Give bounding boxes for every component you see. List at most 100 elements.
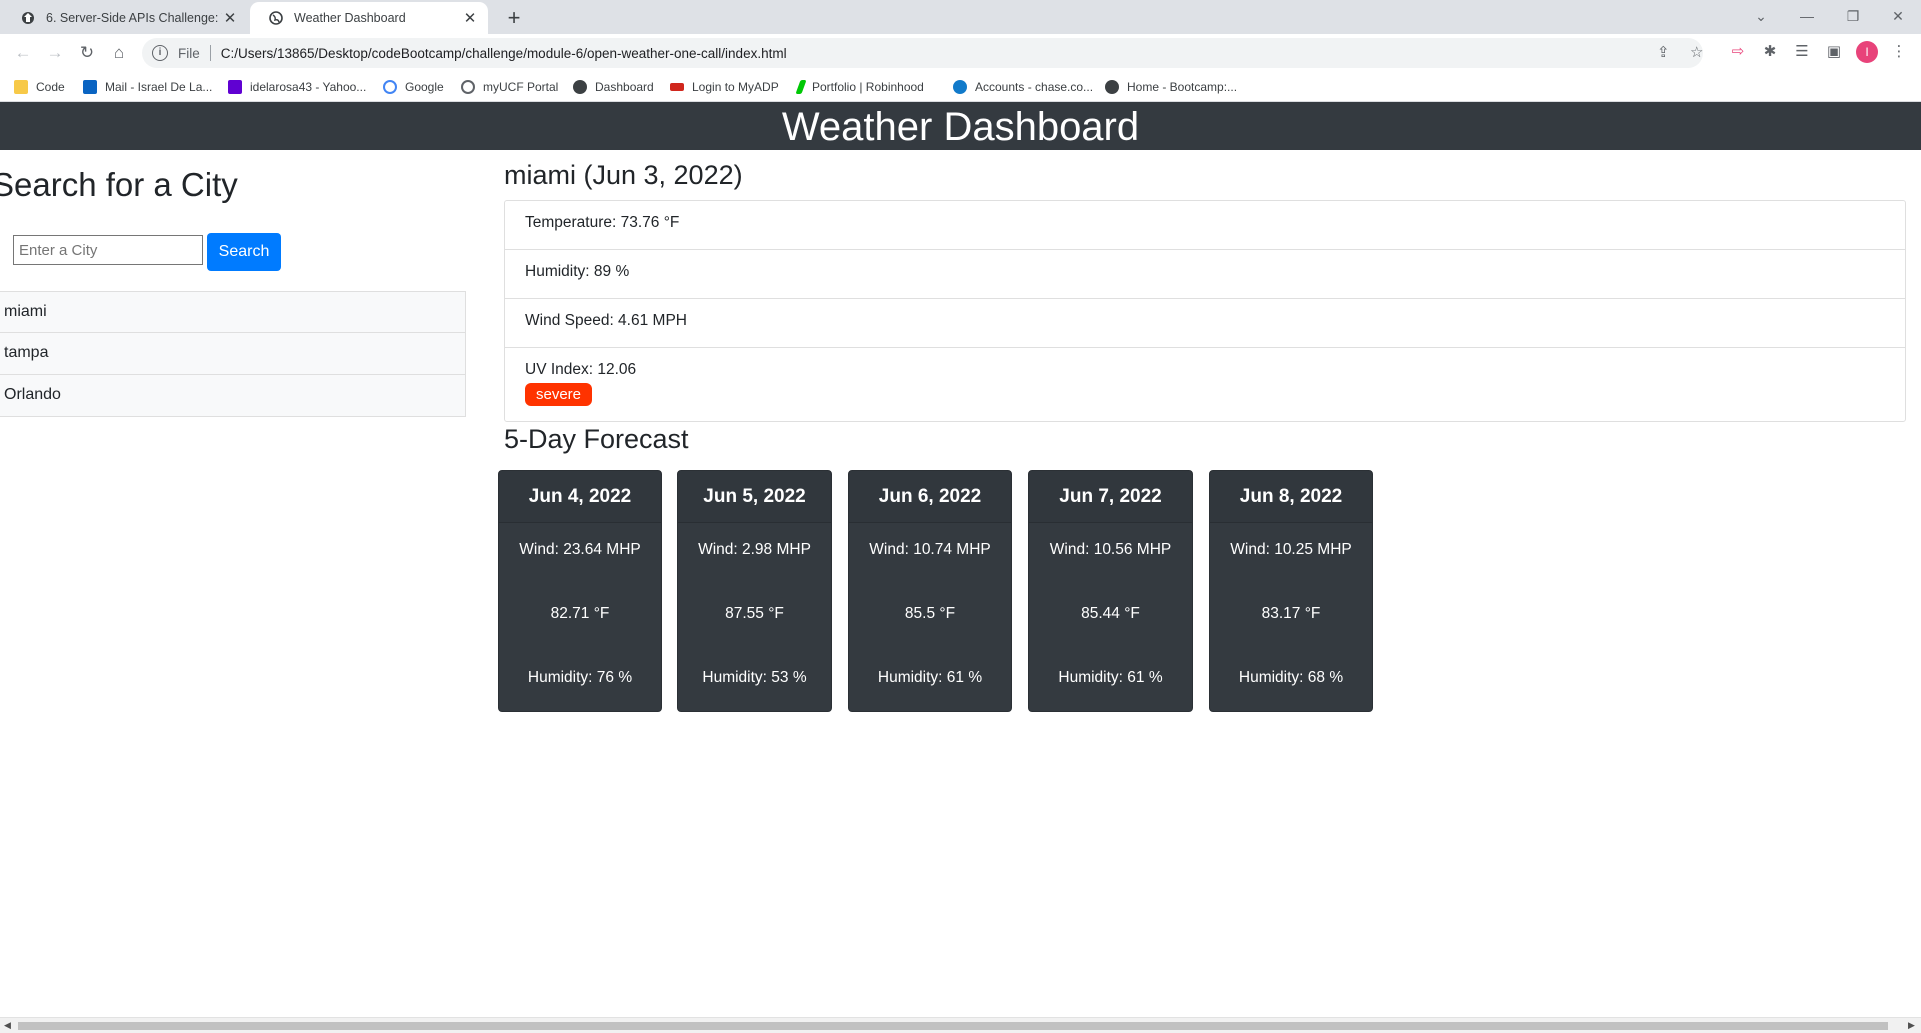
tab-search-icon[interactable]: ⌄ (1738, 0, 1784, 34)
search-button[interactable]: Search (207, 233, 281, 271)
bookmark-chase[interactable]: Accounts - chase.co... (953, 78, 1093, 96)
close-tab-icon[interactable]: ✕ (462, 9, 478, 27)
current-weather-list: Temperature: 73.76 °F Humidity: 89 % Win… (504, 200, 1906, 422)
forecast-humidity: Humidity: 61 % (1058, 669, 1163, 686)
history-item-tampa[interactable]: tampa (0, 333, 466, 375)
tab-strip: 6. Server-Side APIs Challenge: W ✕ Weath… (0, 0, 1921, 34)
history-item-orlando[interactable]: Orlando (0, 375, 466, 417)
bookmark-label: Portfolio | Robinhood (812, 80, 924, 94)
forecast-temp: 83.17 °F (1261, 605, 1321, 622)
google-icon (383, 80, 397, 94)
bookmark-label: Mail - Israel De La... (105, 80, 213, 94)
minimize-icon[interactable]: — (1784, 0, 1830, 34)
forecast-wind: Wind: 2.98 MHP (698, 541, 811, 558)
forecast-humidity: Humidity: 76 % (527, 669, 633, 686)
bookmark-home-bootcamp[interactable]: Home - Bootcamp:... (1105, 78, 1237, 96)
reload-icon[interactable]: ↻ (72, 38, 102, 68)
home-icon[interactable]: ⌂ (104, 38, 134, 68)
forecast-temp: 87.55 °F (725, 605, 784, 622)
bootcamp-icon (573, 80, 587, 94)
forecast-heading: 5-Day Forecast (504, 424, 689, 454)
bookmark-label: Accounts - chase.co... (975, 80, 1094, 94)
browser-toolbar: ← → ↻ ⌂ i File C:/Users/13865/Desktop/co… (0, 34, 1921, 72)
search-heading: Search for a City (0, 166, 238, 203)
bootcamp-icon (1105, 80, 1119, 94)
bookmark-dashboard[interactable]: Dashboard (573, 78, 654, 96)
site-header: Weather Dashboard (0, 102, 1921, 150)
search-history-list: miami tampa Orlando (0, 291, 466, 417)
forecast-date: Jun 8, 2022 (1210, 471, 1372, 523)
scroll-right-icon[interactable]: ▶ (1908, 1020, 1915, 1031)
url-text: C:/Users/13865/Desktop/codeBootcamp/chal… (220, 45, 787, 61)
current-humidity: Humidity: 89 % (505, 250, 1905, 299)
site-info-icon[interactable]: i (152, 45, 168, 61)
robinhood-icon (795, 80, 807, 94)
bookmark-star-icon[interactable]: ☆ (1690, 43, 1703, 61)
forecast-date: Jun 6, 2022 (849, 471, 1011, 523)
extensions-puzzle-icon[interactable]: ✱ (1759, 42, 1781, 60)
forecast-temp: 82.71 °F (550, 605, 610, 622)
new-tab-icon[interactable]: + (500, 4, 528, 32)
bookmark-mail[interactable]: Mail - Israel De La... (83, 78, 212, 96)
bookmark-myucf[interactable]: myUCF Portal (461, 78, 558, 96)
bookmarks-bar: Code Mail - Israel De La... idelarosa43 … (0, 72, 1921, 102)
current-temperature: Temperature: 73.76 °F (505, 201, 1905, 250)
scrollbar-thumb[interactable] (18, 1022, 1888, 1030)
city-search-input[interactable] (13, 235, 203, 265)
globe-icon (461, 80, 475, 94)
bookmark-adp[interactable]: Login to MyADP (670, 78, 779, 96)
page-viewport: Weather Dashboard Search for a City Sear… (0, 102, 1921, 1017)
url-scheme: File (178, 45, 200, 61)
globe-icon (268, 10, 284, 26)
bookmark-label: Google (405, 80, 444, 94)
browser-tab-weather-dashboard[interactable]: Weather Dashboard ✕ (250, 2, 488, 34)
bookmark-yahoo[interactable]: idelarosa43 - Yahoo... (228, 78, 366, 96)
forecast-date: Jun 7, 2022 (1029, 471, 1192, 523)
tab-title: 6. Server-Side APIs Challenge: W (46, 11, 222, 25)
bookmark-label: Code (36, 80, 65, 94)
current-city-title: miami (Jun 3, 2022) (504, 160, 743, 190)
bookmark-label: Dashboard (595, 80, 654, 94)
address-bar[interactable]: i File C:/Users/13865/Desktop/codeBootca… (142, 38, 1703, 68)
close-tab-icon[interactable]: ✕ (222, 9, 238, 27)
close-window-icon[interactable]: ✕ (1875, 0, 1921, 34)
menu-icon[interactable]: ⋮ (1888, 42, 1910, 60)
bootcamp-icon (20, 10, 36, 26)
scroll-left-icon[interactable]: ◀ (4, 1020, 11, 1031)
bookmark-google[interactable]: Google (383, 78, 444, 96)
forecast-card: Jun 6, 2022 Wind: 10.74 MHP 85.5 °F Humi… (848, 470, 1012, 712)
folder-icon (14, 80, 28, 94)
forecast-card: Jun 4, 2022 Wind: 23.64 MHP 82.71 °F Hum… (498, 470, 662, 712)
forecast-date: Jun 5, 2022 (678, 471, 831, 523)
bookmark-robinhood[interactable]: Portfolio | Robinhood (795, 78, 924, 96)
reading-list-icon[interactable]: ☰ (1791, 42, 1813, 60)
restore-icon[interactable]: ❐ (1830, 0, 1876, 34)
bookmark-label: Home - Bootcamp:... (1127, 80, 1238, 94)
horizontal-scrollbar[interactable]: ◀ ▶ (0, 1017, 1921, 1033)
uv-severity-badge: severe (525, 383, 593, 406)
back-icon[interactable]: ← (8, 38, 38, 68)
chase-icon (953, 80, 967, 94)
outlook-icon (83, 80, 97, 94)
side-panel-icon[interactable]: ▣ (1823, 42, 1845, 60)
extension-icon[interactable]: ⇨ (1727, 42, 1749, 60)
profile-avatar[interactable]: I (1856, 41, 1878, 63)
forecast-card: Jun 5, 2022 Wind: 2.98 MHP 87.55 °F Humi… (677, 470, 832, 712)
tab-title: Weather Dashboard (294, 11, 406, 25)
bookmark-label: Login to MyADP (692, 80, 779, 94)
forecast-humidity: Humidity: 61 % (877, 669, 983, 686)
share-icon[interactable]: ⇪ (1657, 43, 1670, 61)
adp-icon (670, 83, 684, 91)
history-item-miami[interactable]: miami (0, 291, 466, 333)
forecast-wind: Wind: 10.74 MHP (869, 541, 991, 558)
current-wind-speed: Wind Speed: 4.61 MPH (505, 299, 1905, 348)
current-uv-index: UV Index: 12.06 (525, 361, 637, 378)
forward-icon[interactable]: → (40, 38, 70, 68)
forecast-wind: Wind: 23.64 MHP (519, 541, 641, 558)
bookmark-code[interactable]: Code (14, 78, 65, 96)
yahoo-icon (228, 80, 242, 94)
forecast-temp: 85.5 °F (904, 605, 956, 622)
forecast-humidity: Humidity: 68 % (1238, 669, 1344, 686)
bookmark-label: myUCF Portal (483, 80, 559, 94)
browser-tab-challenge[interactable]: 6. Server-Side APIs Challenge: W ✕ (2, 2, 248, 34)
